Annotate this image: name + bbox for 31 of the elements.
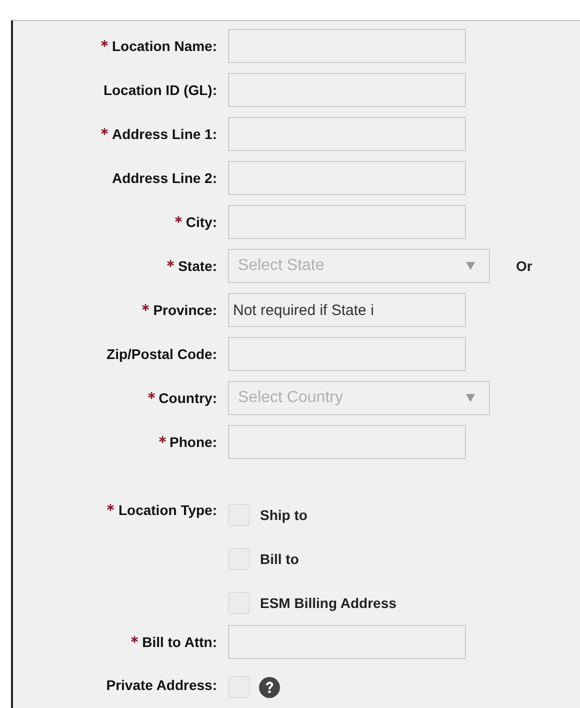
field-label: Location ID (GL): <box>103 82 217 98</box>
text-field[interactable] <box>228 117 466 151</box>
text-field[interactable] <box>228 337 466 371</box>
field-label: Address Line 1: <box>112 126 217 142</box>
select-dropdown[interactable]: Select Country <box>228 381 490 415</box>
field-label: City: <box>186 214 217 230</box>
field-label: Country: <box>158 390 217 406</box>
text-field[interactable]: Not required if State i <box>228 293 466 327</box>
text-field[interactable] <box>228 625 466 659</box>
field-label: Address Line 2: <box>112 170 217 186</box>
checkbox-label: Bill to <box>260 551 299 567</box>
checkbox-label: ESM Billing Address <box>260 595 396 611</box>
or-text: Or <box>516 258 532 274</box>
caret-icon <box>466 394 475 402</box>
help-icon[interactable] <box>259 677 280 698</box>
text-field[interactable] <box>228 425 466 459</box>
checkbox-label: Ship to <box>260 507 308 523</box>
select-dropdown[interactable]: Select State <box>228 249 490 283</box>
field-label: Phone: <box>170 434 217 450</box>
field-label: Location Type: <box>118 502 217 518</box>
text-field[interactable] <box>228 29 466 63</box>
field-label: Zip/Postal Code: <box>106 346 217 362</box>
field-label: State: <box>178 258 217 274</box>
text-field[interactable] <box>228 205 466 239</box>
text-field[interactable] <box>228 73 466 107</box>
field-label: Location Name: <box>112 38 217 54</box>
field-label: Bill to Attn: <box>142 634 217 650</box>
text-field[interactable] <box>228 161 466 195</box>
field-label: Province: <box>153 302 217 318</box>
field-label: Private Address: <box>106 677 217 693</box>
caret-icon <box>466 262 475 270</box>
